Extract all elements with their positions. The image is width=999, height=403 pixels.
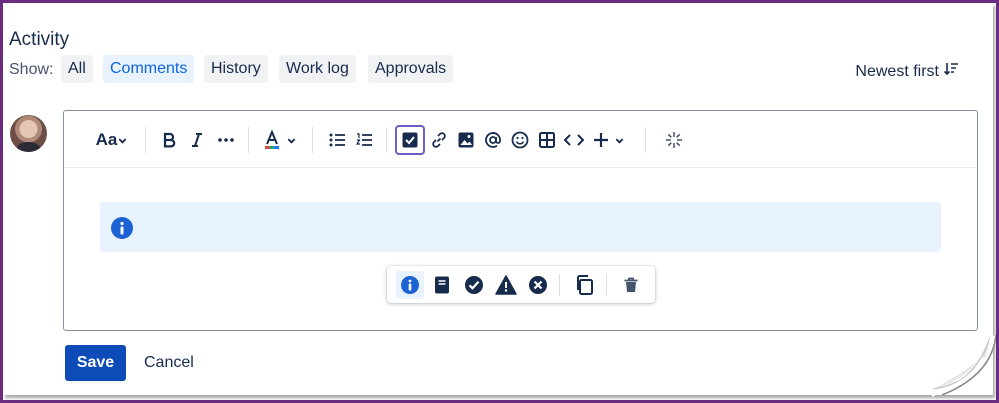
info-panel[interactable] xyxy=(100,202,941,252)
chevron-down-icon xyxy=(119,137,127,144)
trash-icon xyxy=(624,277,638,292)
toolbar-divider xyxy=(606,274,607,296)
check-circle-icon xyxy=(465,276,483,294)
copy-icon xyxy=(577,275,593,295)
filter-all-button[interactable]: All xyxy=(61,55,93,83)
warning-icon xyxy=(495,275,517,295)
sort-descending-icon xyxy=(943,61,959,82)
panel-error-button[interactable] xyxy=(524,271,552,299)
text-style-label: Aa xyxy=(95,130,118,149)
panel-success-button[interactable] xyxy=(460,271,488,299)
toolbar-divider xyxy=(248,127,249,153)
filter-history-button[interactable]: History xyxy=(204,55,268,83)
filter-approvals-button[interactable]: Approvals xyxy=(368,55,454,83)
numbered-list-icon xyxy=(356,133,372,146)
panel-warning-button[interactable] xyxy=(492,271,520,299)
error-icon xyxy=(529,276,547,294)
page-curl-decoration xyxy=(932,335,996,397)
activity-heading: Activity xyxy=(9,29,70,50)
toolbar-divider xyxy=(312,127,313,153)
code-icon xyxy=(564,134,584,146)
bullet-list-icon xyxy=(329,133,345,147)
insert-button[interactable] xyxy=(591,126,627,154)
sort-order-label: Newest first xyxy=(855,62,939,80)
table-icon xyxy=(539,132,555,148)
info-icon xyxy=(401,276,419,294)
save-button[interactable]: Save xyxy=(65,345,126,381)
image-button[interactable] xyxy=(455,126,477,154)
emoji-button[interactable] xyxy=(509,126,531,154)
more-formatting-button[interactable] xyxy=(215,126,237,154)
sort-order-button[interactable]: Newest first xyxy=(855,61,959,82)
table-button[interactable] xyxy=(536,126,558,154)
note-icon xyxy=(435,276,449,294)
more-icon xyxy=(218,138,234,142)
text-color-icon xyxy=(264,130,279,149)
image-icon xyxy=(458,132,474,148)
toolbar-divider xyxy=(645,127,646,153)
italic-button[interactable] xyxy=(187,126,207,154)
cancel-button[interactable]: Cancel xyxy=(138,345,200,381)
numbered-list-button[interactable] xyxy=(353,126,375,154)
action-item-button[interactable] xyxy=(395,125,425,155)
filter-comments-button[interactable]: Comments xyxy=(103,55,195,83)
info-icon xyxy=(111,217,133,239)
code-button[interactable] xyxy=(563,126,585,154)
delete-button[interactable] xyxy=(617,271,645,299)
comment-editor[interactable]: Aa xyxy=(63,110,978,331)
emoji-icon xyxy=(511,131,529,149)
panel-note-button[interactable] xyxy=(428,271,456,299)
filter-worklog-button[interactable]: Work log xyxy=(279,55,356,83)
bullet-list-button[interactable] xyxy=(326,126,348,154)
text-color-button[interactable] xyxy=(262,126,298,154)
user-avatar xyxy=(10,115,47,152)
copy-button[interactable] xyxy=(570,271,598,299)
toolbar-divider xyxy=(145,127,146,153)
bold-icon xyxy=(163,132,176,148)
page-sheet: Activity Show: All Comments History Work… xyxy=(3,3,993,395)
link-button[interactable] xyxy=(428,126,450,154)
show-label: Show: xyxy=(9,61,54,78)
link-icon xyxy=(432,132,446,148)
sparkle-icon xyxy=(666,132,682,148)
checkbox-icon xyxy=(402,132,418,148)
panel-options-toolbar xyxy=(387,266,655,303)
toolbar-divider xyxy=(386,127,387,153)
mention-button[interactable] xyxy=(482,126,504,154)
plus-icon xyxy=(594,133,608,147)
italic-icon xyxy=(192,133,202,147)
editor-toolbar: Aa xyxy=(64,111,977,168)
ai-button[interactable] xyxy=(662,126,686,154)
bold-button[interactable] xyxy=(159,126,179,154)
at-sign-icon xyxy=(485,132,501,148)
chevron-down-icon xyxy=(615,137,624,144)
toolbar-divider xyxy=(559,274,560,296)
panel-info-button[interactable] xyxy=(396,271,424,299)
text-style-button[interactable]: Aa xyxy=(92,126,132,154)
chevron-down-icon xyxy=(287,137,295,144)
